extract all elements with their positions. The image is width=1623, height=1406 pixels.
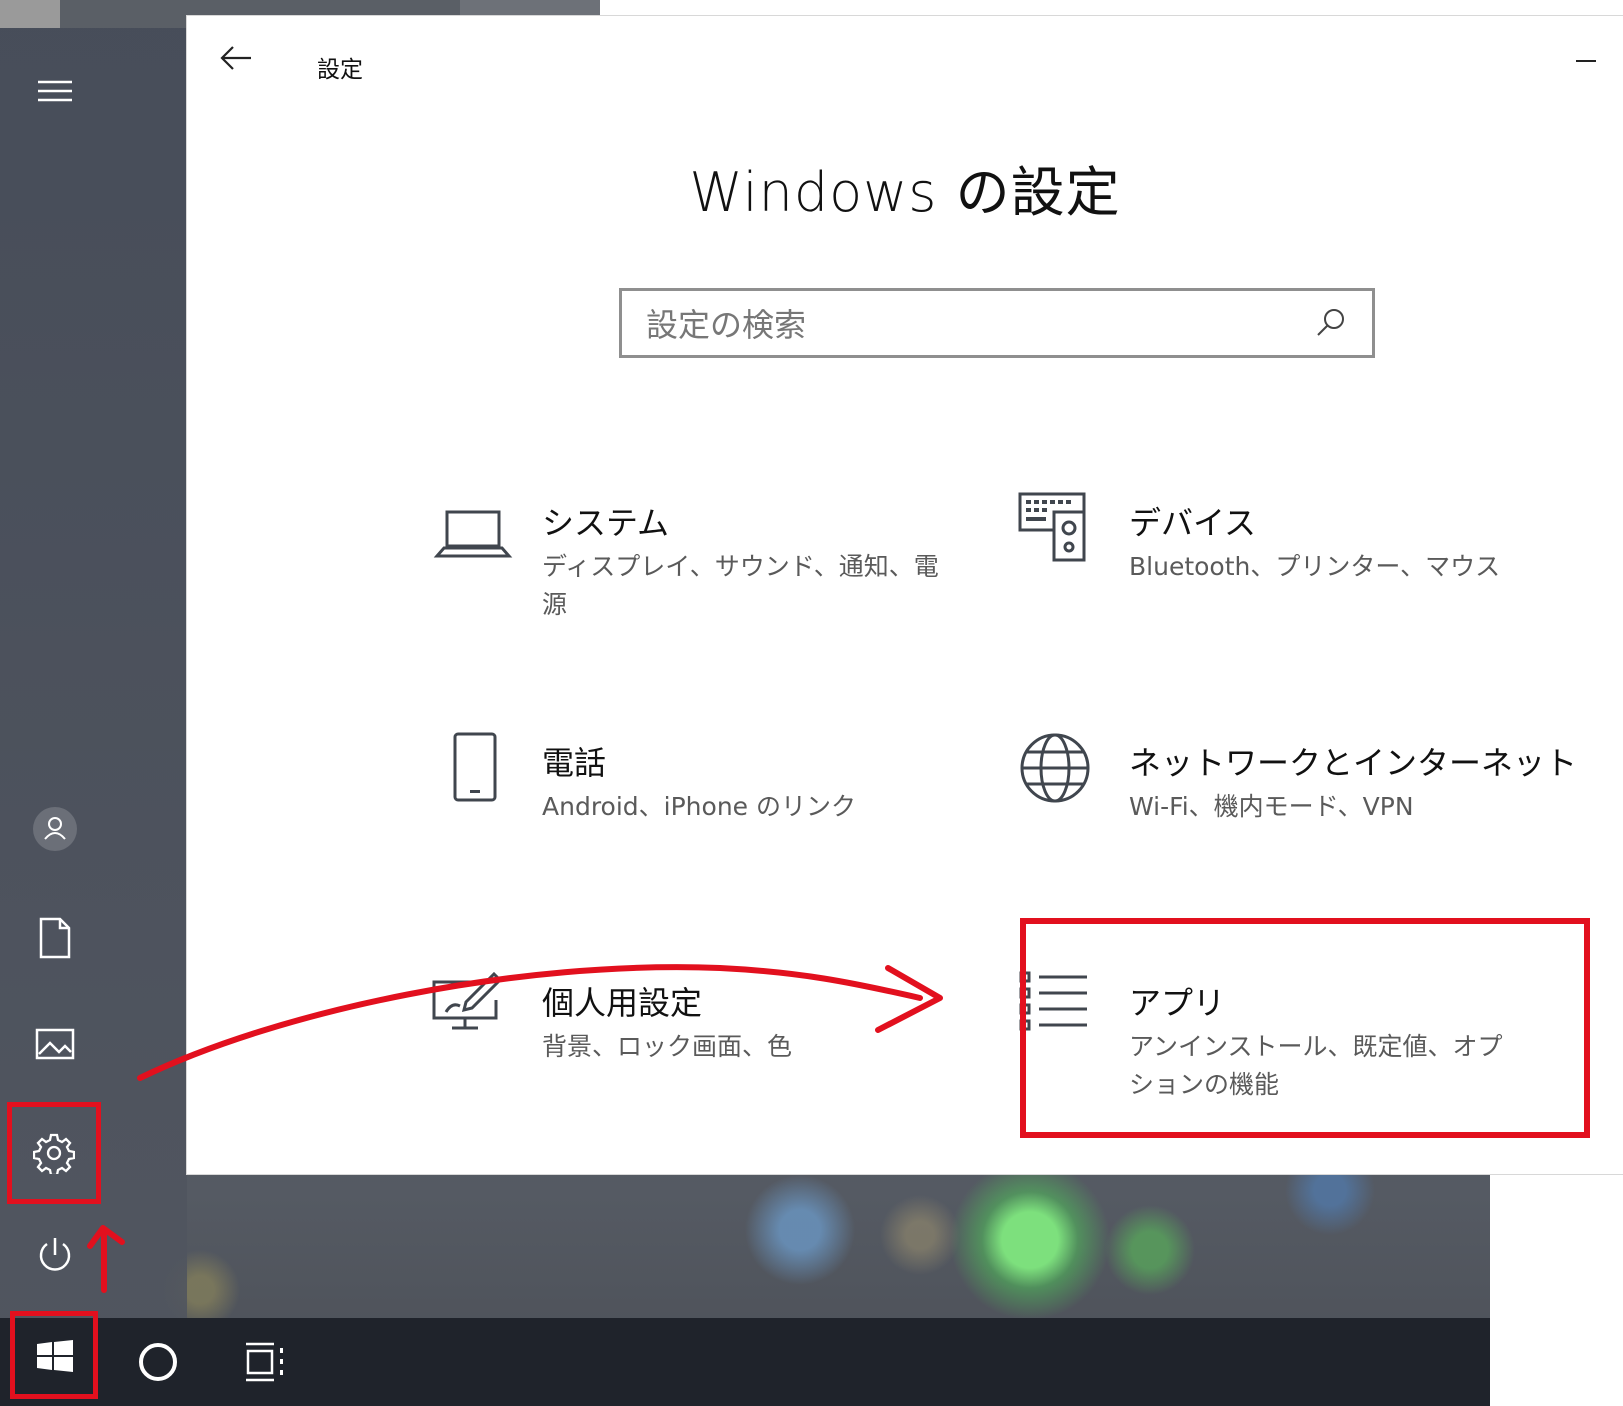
tile-personalization[interactable]: 個人用設定 背景、ロック画面、色 [430,970,990,1170]
globe-icon [1017,730,1107,820]
tile-name: デバイス [1129,504,1257,542]
tile-desc: Bluetooth、プリンター、マウス [1129,552,1501,581]
taskbar [108,1318,1490,1406]
apps-highlight-box [1020,918,1590,1138]
page-heading: Windows の設定 [689,161,1121,224]
tile-desc: Wi-Fi、機内モード、VPN [1129,792,1414,821]
document-icon[interactable] [20,903,90,973]
personalization-icon [430,970,520,1060]
background-window-edge [600,0,1623,17]
tile-name: ネットワークとインターネット [1129,744,1578,782]
settings-search-box[interactable]: 設定の検索 [619,288,1375,358]
window-title: 設定 [317,57,363,83]
tile-network[interactable]: ネットワークとインターネット Wi-Fi、機内モード、VPN [1017,730,1577,930]
devices-icon [1017,490,1107,580]
tile-name: システム [542,504,670,542]
tile-system[interactable]: システム ディスプレイ、サウンド、通知、電源 [430,490,990,690]
tile-phone[interactable]: 電話 Android、iPhone のリンク [430,730,990,930]
phone-icon [430,730,520,820]
windows-start-button[interactable] [10,1311,98,1399]
tile-name: 個人用設定 [542,984,703,1022]
start-menu-rail [0,28,187,1318]
back-arrow-icon [220,46,251,70]
power-icon[interactable] [20,1220,90,1290]
pictures-icon[interactable] [20,1009,90,1079]
search-input[interactable]: 設定の検索 [646,300,1314,346]
tile-devices[interactable]: デバイス Bluetooth、プリンター、マウス [1017,490,1577,690]
tile-name: 電話 [542,744,607,782]
windows-start-icon [37,1340,73,1376]
user-icon[interactable] [20,794,90,864]
back-button[interactable] [217,38,257,78]
minimize-button[interactable] [1567,44,1605,74]
tile-desc: ディスプレイ、サウンド、通知、電源 [542,552,939,619]
hamburger-icon[interactable] [20,56,90,126]
laptop-icon [430,490,520,580]
cortana-icon[interactable] [136,1340,180,1384]
tile-desc: Android、iPhone のリンク [542,792,856,821]
tile-desc: 背景、ロック画面、色 [542,1032,793,1061]
search-icon[interactable] [1314,306,1348,340]
settings-gear-icon[interactable] [7,1102,101,1204]
task-view-icon[interactable] [244,1340,288,1384]
